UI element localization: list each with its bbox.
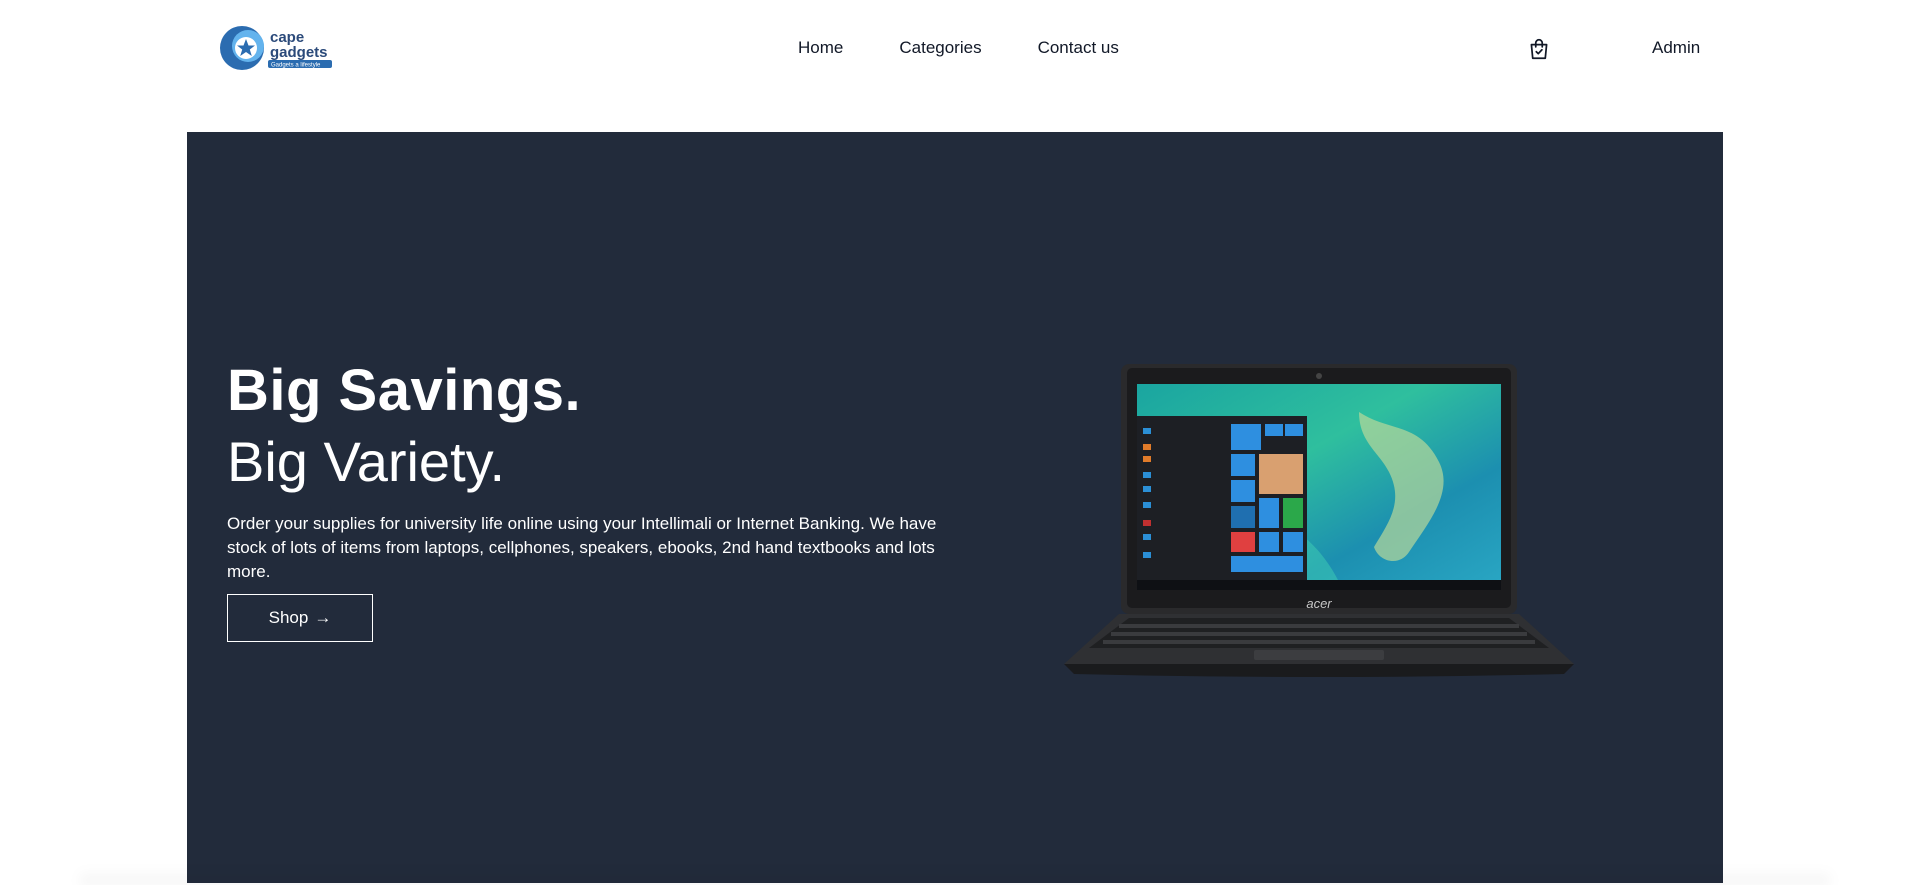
cape-gadgets-logo-icon: cape gadgets Gadgets a lifestyle: [220, 26, 332, 70]
hero-title: Big Savings.: [227, 358, 582, 423]
shop-button[interactable]: Shop →: [227, 594, 373, 642]
site-header: cape gadgets Gadgets a lifestyle Home Ca…: [0, 0, 1910, 96]
hero-subtitle: Big Variety.: [227, 430, 506, 493]
hero-banner: Big Savings. Big Variety. Order your sup…: [187, 132, 1723, 883]
cart-button[interactable]: [1526, 36, 1552, 62]
laptop-image: acer: [1059, 352, 1579, 682]
page: cape gadgets Gadgets a lifestyle Home Ca…: [0, 0, 1910, 885]
admin-link[interactable]: Admin: [1652, 36, 1700, 60]
shopping-bag-icon: [1530, 39, 1548, 60]
svg-text:Gadgets a lifestyle: Gadgets a lifestyle: [271, 63, 321, 69]
nav-categories[interactable]: Categories: [899, 36, 981, 60]
main-nav: Home Categories Contact us: [798, 36, 1119, 60]
svg-text:acer: acer: [1306, 596, 1332, 611]
svg-text:gadgets: gadgets: [270, 44, 328, 61]
bottom-shadow: [80, 870, 1830, 885]
shop-button-label: Shop: [268, 608, 309, 627]
brand-logo[interactable]: cape gadgets Gadgets a lifestyle: [218, 24, 336, 72]
nav-contact-us[interactable]: Contact us: [1038, 36, 1119, 60]
laptop-illustration: acer: [1064, 364, 1574, 677]
nav-home[interactable]: Home: [798, 36, 843, 60]
hero-description: Order your supplies for university life …: [227, 514, 937, 581]
arrow-right-icon: →: [314, 608, 332, 627]
